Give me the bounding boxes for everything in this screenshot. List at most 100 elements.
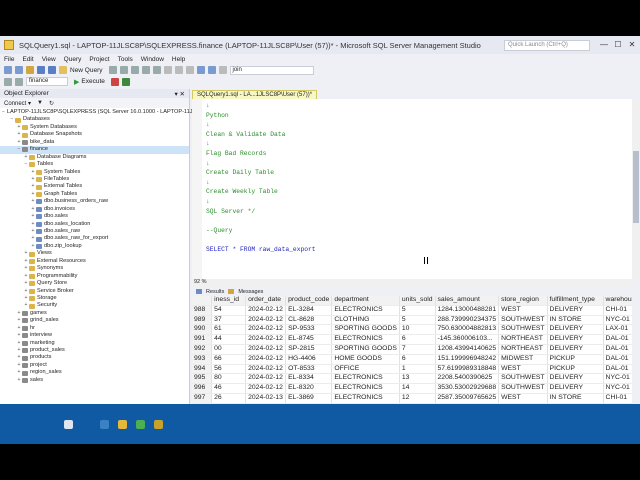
table-cell[interactable]: 1284.13000488281 bbox=[435, 305, 500, 316]
table-row[interactable]: 989 37 2024-02-12 CL-8628 CLOTHING 5 288.73999… bbox=[192, 315, 632, 326]
table-cell[interactable]: 7 bbox=[399, 344, 436, 355]
parse-icon[interactable] bbox=[121, 77, 130, 86]
table-cell[interactable]: 1 bbox=[399, 364, 436, 375]
new-query-icon[interactable] bbox=[59, 66, 67, 74]
table-cell[interactable]: ELECTRONICS bbox=[331, 305, 400, 316]
table-cell[interactable]: IN STORE bbox=[547, 315, 604, 326]
table-cell[interactable]: DAL-01 bbox=[603, 334, 632, 345]
xmla-icon[interactable] bbox=[141, 66, 150, 74]
table-cell[interactable]: NYC-01 bbox=[603, 315, 632, 326]
table-cell[interactable]: EL-3284 bbox=[285, 305, 333, 316]
tree-node[interactable]: + FileTables bbox=[0, 176, 189, 183]
table-cell[interactable]: WEST bbox=[498, 305, 548, 316]
table-cell[interactable]: 2024-02-13 bbox=[245, 393, 287, 404]
refresh-icon[interactable]: ↻ bbox=[49, 100, 54, 107]
tree-node[interactable]: + System Databases bbox=[0, 124, 189, 131]
menu-window[interactable]: Window bbox=[141, 56, 164, 63]
table-row[interactable]: 988 54 2024-02-12 EL-3284 ELECTRONICS 5 1284.1… bbox=[192, 305, 632, 316]
row-number[interactable]: 989 bbox=[192, 315, 213, 326]
table-cell[interactable]: 66 bbox=[211, 354, 247, 365]
column-header[interactable]: fulfillment_type bbox=[547, 296, 604, 306]
table-cell[interactable]: DELIVERY bbox=[547, 334, 604, 345]
table-cell[interactable]: 10 bbox=[399, 324, 436, 336]
tab-sqlquery1[interactable]: SQLQuery1.sql - LA...1JLSC8P\User (57))* bbox=[192, 90, 318, 99]
dmx-icon[interactable] bbox=[130, 66, 139, 74]
tree-node[interactable]: − LAPTOP-11JLSC8P\SQLEXPRESS (SQL Server … bbox=[0, 109, 193, 116]
row-number[interactable]: 990 bbox=[192, 324, 213, 336]
tree-node[interactable]: + External Resources bbox=[0, 258, 189, 265]
row-number[interactable]: 988 bbox=[192, 305, 213, 316]
table-cell[interactable]: SOUTHWEST bbox=[498, 315, 548, 326]
table-cell[interactable]: 56 bbox=[211, 364, 247, 375]
results-grid[interactable]: iness_id order_date product_code department… bbox=[192, 296, 632, 404]
tree-node[interactable]: − Databases bbox=[0, 116, 189, 123]
maximize-icon[interactable]: ☐ bbox=[612, 39, 624, 51]
copy-icon[interactable] bbox=[174, 66, 183, 74]
table-cell[interactable]: 2024-02-12 bbox=[245, 383, 287, 394]
table-cell[interactable]: 750.630004882813 bbox=[435, 324, 500, 336]
table-cell[interactable]: 12 bbox=[399, 393, 436, 404]
tree-node[interactable]: + External Tables bbox=[0, 183, 189, 190]
column-header[interactable]: warehouse bbox=[603, 296, 632, 306]
table-cell[interactable]: 6 bbox=[399, 334, 436, 345]
row-number[interactable]: 994 bbox=[192, 364, 213, 375]
table-cell[interactable]: DELIVERY bbox=[547, 305, 604, 316]
table-cell[interactable]: SPORTING GOODS bbox=[331, 324, 400, 336]
dax-icon[interactable] bbox=[152, 66, 161, 74]
table-cell[interactable]: 2024-02-12 bbox=[245, 364, 287, 375]
browser-icon[interactable] bbox=[136, 420, 145, 429]
column-header[interactable]: sales_amount bbox=[435, 296, 500, 306]
table-cell[interactable]: NORTHEAST bbox=[498, 344, 548, 355]
table-cell[interactable]: WEST bbox=[498, 393, 548, 404]
table-row[interactable]: 991 44 2024-02-12 EL-8745 ELECTRONICS 6 -145.3… bbox=[192, 334, 632, 345]
table-cell[interactable]: ELECTRONICS bbox=[331, 393, 400, 404]
table-cell[interactable]: EL-8745 bbox=[285, 334, 333, 345]
table-cell[interactable]: 3530.53002929688 bbox=[435, 383, 500, 394]
table-cell[interactable]: PICKUP bbox=[547, 354, 604, 365]
row-number[interactable]: 991 bbox=[192, 334, 213, 345]
table-cell[interactable]: 2024-02-12 bbox=[245, 324, 287, 336]
menu-project[interactable]: Project bbox=[89, 56, 109, 63]
table-cell[interactable]: HOME GOODS bbox=[331, 354, 400, 365]
database-combo[interactable]: finance bbox=[26, 77, 68, 86]
table-row[interactable]: 997 26 2024-02-13 EL-3869 ELECTRONICS 12 2587.… bbox=[192, 393, 632, 404]
tree-node[interactable]: + dbo.sales_raw bbox=[0, 228, 189, 235]
quick-launch-input[interactable]: Quick Launch (Ctrl+Q) bbox=[504, 40, 590, 51]
table-row[interactable]: 993 66 2024-02-12 HG-4406 HOME GOODS 6 151.199… bbox=[192, 354, 632, 365]
table-cell[interactable]: MIDWEST bbox=[498, 354, 548, 365]
expand-icon[interactable]: − bbox=[2, 109, 5, 116]
redo-icon[interactable] bbox=[207, 66, 216, 74]
table-cell[interactable]: 14 bbox=[399, 383, 436, 394]
filter-icon[interactable]: ▼ bbox=[37, 100, 43, 106]
new-query-button[interactable]: New Query bbox=[70, 67, 103, 74]
tree-node[interactable]: + interview bbox=[0, 332, 189, 339]
tree-node[interactable]: + bike_data bbox=[0, 139, 189, 146]
table-cell[interactable]: 57.6199989318848 bbox=[435, 364, 500, 375]
table-row[interactable]: 995 80 2024-02-12 EL-8334 ELECTRONICS 13 2208.… bbox=[192, 373, 632, 385]
tree-node[interactable]: + product_sales bbox=[0, 347, 189, 354]
tree-node[interactable]: + marketing bbox=[0, 340, 189, 347]
table-cell[interactable]: DELIVERY bbox=[547, 344, 604, 355]
tree-node[interactable]: + Synonyms bbox=[0, 265, 189, 272]
column-header[interactable]: department bbox=[331, 296, 400, 306]
column-header[interactable]: order_date bbox=[245, 296, 287, 306]
undo-icon[interactable] bbox=[196, 66, 205, 74]
back-icon[interactable] bbox=[4, 66, 12, 74]
file-explorer-icon[interactable] bbox=[118, 420, 127, 429]
row-number[interactable]: 993 bbox=[192, 354, 213, 365]
tree-node[interactable]: + region_sales bbox=[0, 369, 189, 376]
table-cell[interactable]: DELIVERY bbox=[547, 383, 604, 394]
table-cell[interactable]: ELECTRONICS bbox=[331, 383, 400, 394]
save-all-icon[interactable] bbox=[48, 66, 56, 74]
db-query-icon[interactable] bbox=[108, 66, 117, 74]
table-cell[interactable]: 2024-02-12 bbox=[245, 354, 287, 365]
table-cell[interactable]: 80 bbox=[211, 373, 247, 385]
table-cell[interactable]: PICKUP bbox=[547, 364, 604, 375]
tree-node[interactable]: + dbo.zip_lookup bbox=[0, 243, 189, 250]
menu-help[interactable]: Help bbox=[172, 56, 185, 63]
close-icon[interactable]: ✕ bbox=[626, 39, 638, 51]
table-cell[interactable]: -145.360006103... bbox=[435, 334, 500, 345]
tree-node[interactable]: + hr bbox=[0, 325, 189, 332]
menu-edit[interactable]: Edit bbox=[22, 56, 33, 63]
table-cell[interactable]: SPORTING GOODS bbox=[331, 344, 400, 355]
